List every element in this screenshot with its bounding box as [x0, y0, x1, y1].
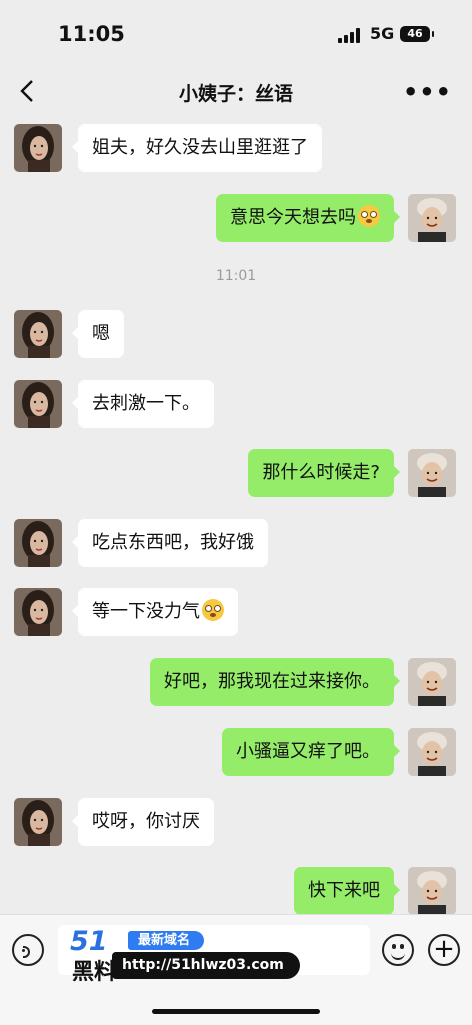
status-bar: 11:05 5G 46 [0, 0, 472, 66]
watermark-logo-number: 51 [70, 926, 108, 957]
outgoing-bubble[interactable]: 意思今天想去吗 [216, 194, 400, 242]
contact-avatar[interactable] [14, 588, 62, 636]
more-options-icon[interactable]: ••• [403, 78, 452, 106]
contact-avatar[interactable] [14, 798, 62, 846]
watermark-tag: 最新域名 [128, 931, 205, 950]
chat-timestamp: 11:01 [215, 268, 257, 284]
contact-avatar[interactable] [14, 310, 62, 358]
watermark: 51 黑料 最新域名 http://51hlwz03.com [70, 926, 300, 985]
contact-avatar[interactable] [14, 519, 62, 567]
watermark-logo-text: 黑料 [72, 960, 117, 985]
flushed-face-icon [202, 599, 224, 621]
watermark-url: http://51hlwz03.com [112, 952, 300, 979]
chat-history[interactable]: 姐夫，好久没去山里逛逛了 意思今天想去吗 11:01 嗯 去刺激一下。 那什么时… [0, 118, 472, 914]
contact-avatar[interactable] [14, 124, 62, 172]
emoji-icon[interactable] [382, 934, 414, 966]
battery-icon: 46 [400, 26, 434, 42]
outgoing-bubble[interactable]: 快下来吧 [294, 867, 400, 914]
message-text: 意思今天想去吗 [230, 207, 356, 228]
incoming-bubble[interactable]: 姐夫，好久没去山里逛逛了 [72, 124, 322, 172]
incoming-bubble[interactable]: 哎呀，你讨厌 [72, 798, 214, 846]
network-type: 5G [370, 24, 395, 43]
self-avatar[interactable] [408, 728, 456, 776]
home-indicator[interactable] [152, 1009, 320, 1014]
incoming-bubble[interactable]: 吃点东西吧，我好饿 [72, 519, 268, 567]
self-avatar[interactable] [408, 449, 456, 497]
message-text: 等一下没力气 [92, 601, 200, 622]
outgoing-bubble[interactable]: 小骚逼又痒了吧。 [222, 728, 400, 776]
plus-icon[interactable]: + [428, 934, 460, 966]
status-time: 11:05 [58, 22, 125, 46]
voice-input-icon[interactable] [12, 934, 44, 966]
signal-icon [338, 28, 362, 43]
self-avatar[interactable] [408, 658, 456, 706]
nav-bar: 小姨子：丝语 ••• [0, 66, 472, 118]
incoming-bubble[interactable]: 嗯 [72, 310, 124, 358]
contact-avatar[interactable] [14, 380, 62, 428]
watermark-logo: 51 黑料 [70, 926, 116, 985]
flushed-face-icon [358, 205, 380, 227]
self-avatar[interactable] [408, 867, 456, 914]
incoming-bubble[interactable]: 等一下没力气 [72, 588, 238, 636]
chat-title: 小姨子：丝语 [178, 83, 293, 105]
incoming-bubble[interactable]: 去刺激一下。 [72, 380, 214, 428]
self-avatar[interactable] [408, 194, 456, 242]
outgoing-bubble[interactable]: 好吧，那我现在过来接你。 [150, 658, 400, 706]
outgoing-bubble[interactable]: 那什么时候走? [248, 449, 400, 497]
